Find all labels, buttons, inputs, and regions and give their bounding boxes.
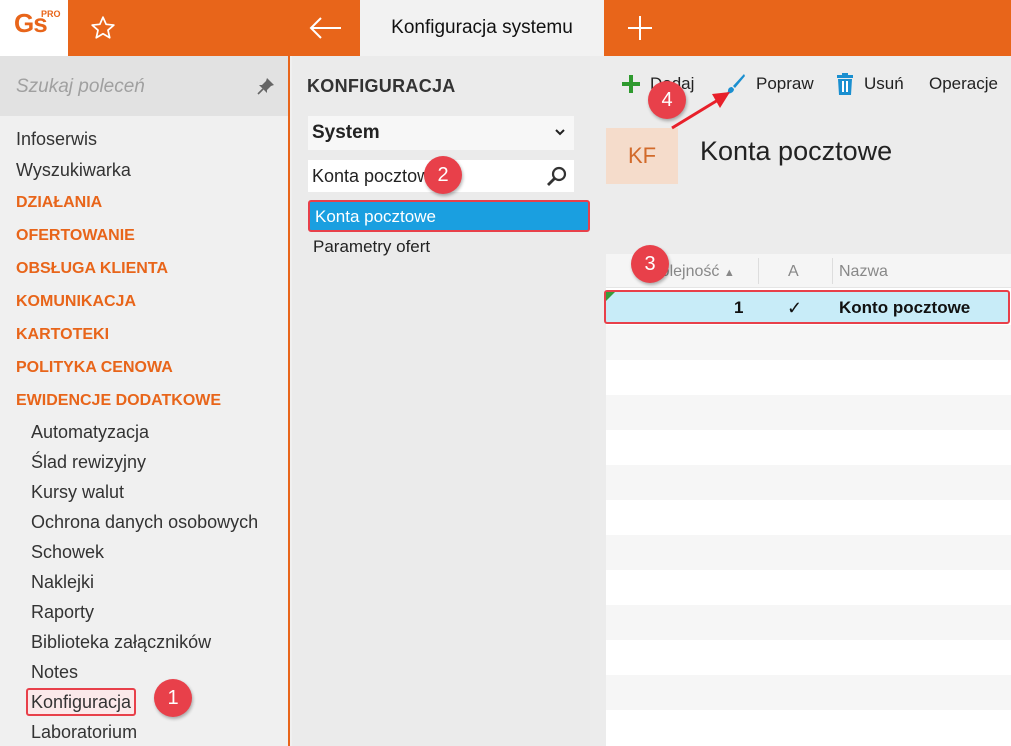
pin-icon[interactable]	[256, 76, 276, 96]
arrow-left-icon	[309, 17, 341, 39]
sidebar-item-infoserwis[interactable]: Infoserwis	[0, 124, 288, 155]
table-row-empty	[606, 710, 1011, 745]
accounts-grid: Kolejność ▲ A Nazwa 1 ✓ Konto pocztowe	[604, 254, 1011, 746]
star-icon	[91, 16, 115, 39]
category-select-value: System	[312, 122, 380, 143]
sidebar-item-ochrona-danych[interactable]: Ochrona danych osobowych	[0, 507, 288, 537]
column-divider	[832, 258, 833, 284]
plus-icon	[628, 16, 652, 40]
command-search	[0, 56, 288, 116]
table-row-empty	[606, 360, 1011, 395]
edit-button[interactable]: Popraw	[724, 70, 814, 98]
category-select[interactable]: System	[308, 116, 574, 150]
sidebar-category-polityka-cenowa[interactable]: POLITYKA CENOWA	[0, 351, 288, 384]
operations-button-label: Operacje	[929, 74, 998, 93]
operations-button[interactable]: Operacje	[929, 70, 998, 98]
sidebar-item-schowek[interactable]: Schowek	[0, 537, 288, 567]
sidebar-item-wyszukiwarka[interactable]: Wyszukiwarka	[0, 155, 288, 186]
annotation-arrow-icon	[671, 92, 730, 130]
plus-icon	[622, 75, 640, 93]
details-panel: Dodaj Popraw Usuń Operacje KF Konta pocz…	[590, 56, 1011, 746]
top-bar: Gs PRO Konfiguracja systemu	[0, 0, 1011, 56]
panel-title: KONFIGURACJA	[307, 76, 456, 96]
sidebar-category-ofertowanie[interactable]: OFERTOWANIE	[0, 219, 288, 252]
sidebar-nav: Infoserwis Wyszukiwarka DZIAŁANIA OFERTO…	[0, 124, 288, 746]
sidebar-item-laboratorium[interactable]: Laboratorium	[0, 717, 288, 746]
table-row-empty	[606, 570, 1011, 605]
sidebar-item-slad-rewizyjny[interactable]: Ślad rewizyjny	[0, 447, 288, 477]
cell-order: 1	[734, 298, 744, 317]
left-sidebar: Infoserwis Wyszukiwarka DZIAŁANIA OFERTO…	[0, 56, 290, 746]
column-header-name[interactable]: Nazwa	[839, 254, 888, 288]
logo-pro-badge: PRO	[41, 9, 61, 19]
table-row-empty	[606, 325, 1011, 360]
table-row[interactable]: 1 ✓ Konto pocztowe	[604, 290, 1010, 324]
favorites-button[interactable]	[78, 8, 128, 48]
table-row-empty	[606, 465, 1011, 500]
table-row-empty	[606, 675, 1011, 710]
table-row-empty	[606, 535, 1011, 570]
annotation-badge-2: 2	[424, 156, 462, 194]
sidebar-item-naklejki[interactable]: Naklejki	[0, 567, 288, 597]
annotation-badge-3: 3	[631, 245, 669, 283]
sidebar-item-notes[interactable]: Notes	[0, 657, 288, 687]
delete-button[interactable]: Usuń	[836, 70, 904, 98]
trash-icon	[836, 73, 854, 95]
tab-label: Konfiguracja systemu	[391, 17, 573, 38]
new-tab-button[interactable]	[604, 0, 676, 56]
module-badge: KF	[606, 128, 678, 184]
sidebar-category-obsluga-klienta[interactable]: OBSŁUGA KLIENTA	[0, 252, 288, 285]
table-row-empty	[606, 395, 1011, 430]
column-divider	[758, 258, 759, 284]
sidebar-item-biblioteka[interactable]: Biblioteka załączników	[0, 627, 288, 657]
annotation-badge-1: 1	[154, 679, 192, 717]
edit-button-label: Popraw	[756, 74, 814, 93]
page-title: Konta pocztowe	[700, 136, 893, 166]
table-row-empty	[606, 640, 1011, 675]
app-logo[interactable]: Gs PRO	[0, 0, 68, 56]
sidebar-item-konfiguracja-label: Konfiguracja	[26, 688, 137, 716]
config-item-konta-pocztowe[interactable]: Konta pocztowe	[308, 200, 590, 232]
sidebar-item-raporty[interactable]: Raporty	[0, 597, 288, 627]
sidebar-category-ewidencje-dodatkowe[interactable]: EWIDENCJE DODATKOWE	[0, 384, 288, 417]
row-marker-icon	[606, 292, 615, 301]
back-button[interactable]	[292, 0, 360, 56]
search-icon[interactable]	[546, 165, 568, 187]
delete-button-label: Usuń	[864, 74, 904, 93]
sidebar-item-konfiguracja[interactable]: Konfiguracja	[0, 687, 288, 717]
cell-name: Konto pocztowe	[839, 298, 971, 317]
chevron-down-icon	[555, 129, 565, 136]
table-row-empty	[606, 605, 1011, 640]
config-list: Konta pocztowe Parametry ofert	[308, 200, 590, 264]
table-row-empty	[606, 500, 1011, 535]
config-search-input[interactable]	[308, 161, 536, 191]
table-row-empty	[606, 430, 1011, 465]
sidebar-item-automatyzacja[interactable]: Automatyzacja	[0, 417, 288, 447]
sidebar-category-komunikacja[interactable]: KOMUNIKACJA	[0, 285, 288, 318]
sidebar-category-kartoteki[interactable]: KARTOTEKI	[0, 318, 288, 351]
sidebar-item-kursy-walut[interactable]: Kursy walut	[0, 477, 288, 507]
check-icon: ✓	[787, 298, 803, 318]
sidebar-category-dzialania[interactable]: DZIAŁANIA	[0, 186, 288, 219]
column-header-active[interactable]: A	[788, 254, 799, 288]
sort-ascending-icon: ▲	[723, 267, 735, 279]
tab-konfiguracja-systemu[interactable]: Konfiguracja systemu	[360, 0, 604, 56]
command-search-input[interactable]	[16, 72, 236, 102]
config-item-parametry-ofert[interactable]: Parametry ofert	[308, 232, 590, 264]
